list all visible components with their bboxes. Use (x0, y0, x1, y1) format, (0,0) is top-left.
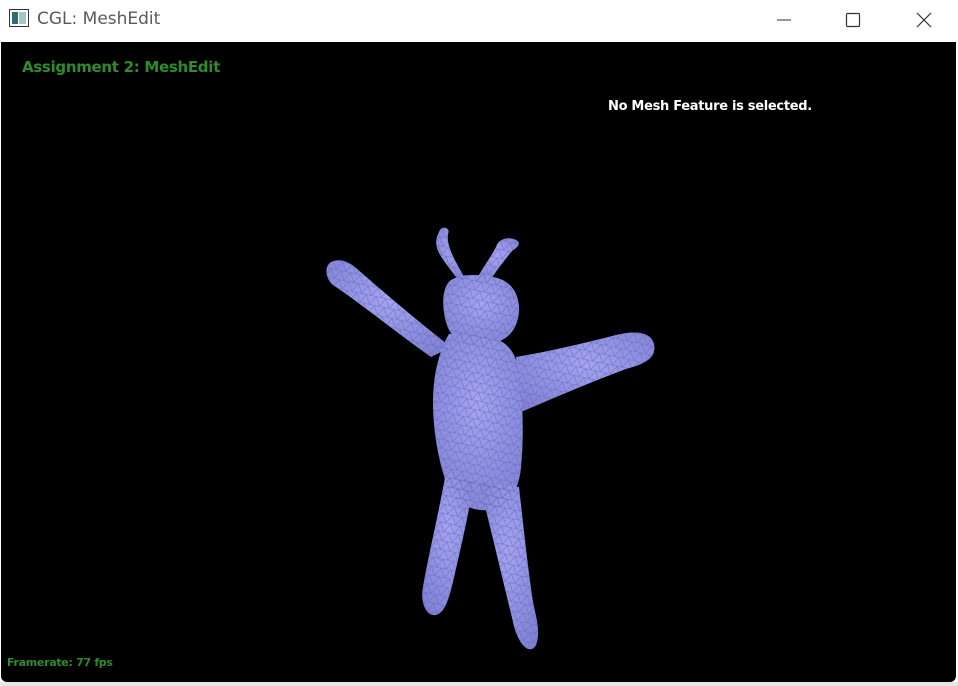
window-title: CGL: MeshEdit (37, 9, 161, 29)
minimize-button[interactable] (756, 0, 812, 40)
render-viewport[interactable]: Assignment 2: MeshEdit No Mesh Feature i… (1, 42, 956, 682)
minimize-icon (777, 19, 791, 21)
window-bottom-edge (0, 682, 958, 686)
maximize-icon (845, 12, 861, 28)
app-icon (9, 9, 29, 27)
selection-status: No Mesh Feature is selected. (608, 99, 812, 114)
mesh-body (326, 227, 655, 650)
mesh-model[interactable] (1, 42, 956, 682)
title-bar[interactable]: CGL: MeshEdit (0, 0, 958, 41)
maximize-button[interactable] (825, 0, 881, 40)
close-icon (916, 12, 932, 28)
close-button[interactable] (896, 0, 952, 40)
assignment-title: Assignment 2: MeshEdit (22, 58, 220, 76)
framerate-readout: Framerate: 77 fps (7, 656, 113, 669)
